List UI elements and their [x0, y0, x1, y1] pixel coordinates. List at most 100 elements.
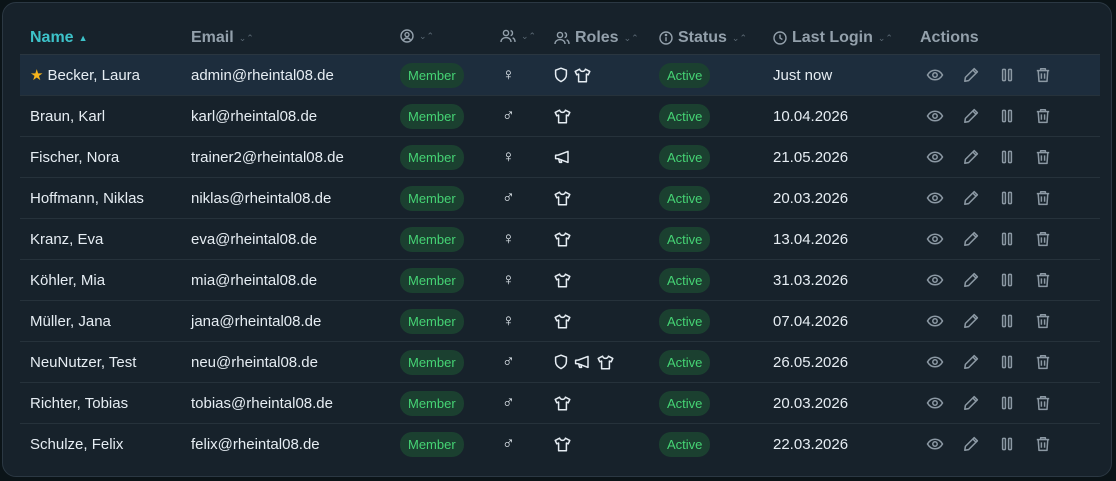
- pause-icon[interactable]: [997, 188, 1017, 208]
- trash-icon[interactable]: [1033, 188, 1053, 208]
- clock-icon: [773, 31, 787, 45]
- view-icon[interactable]: [925, 147, 945, 167]
- edit-icon[interactable]: [961, 147, 981, 167]
- row-actions: [925, 260, 1053, 300]
- table-row[interactable]: Braun, Karl karl@rheintal08.de Member ♂ Acti…: [20, 96, 1100, 137]
- user-email: neu@rheintal08.de: [191, 353, 318, 371]
- table-row[interactable]: Fischer, Nora trainer2@rheintal08.de Membe…: [20, 137, 1100, 178]
- trash-icon[interactable]: [1033, 434, 1053, 454]
- trash-icon[interactable]: [1033, 147, 1053, 167]
- trash-icon[interactable]: [1033, 393, 1053, 413]
- last-login: Just now: [773, 66, 833, 84]
- view-icon[interactable]: [925, 434, 945, 454]
- view-icon[interactable]: [925, 393, 945, 413]
- header-status[interactable]: Status ⌄⌃: [659, 29, 747, 47]
- table-header: Name ▲ Email ⌄⌃ ⌄⌃ ⌄⌃ Roles ⌄⌃ Status ⌄⌃…: [20, 21, 1100, 55]
- user-email: felix@rheintal08.de: [191, 435, 320, 453]
- table-row[interactable]: NeuNutzer, Test neu@rheintal08.de Member ♂ A…: [20, 342, 1100, 383]
- table-row[interactable]: Hoffmann, Niklas niklas@rheintal08.de Memb…: [20, 178, 1100, 219]
- last-login: 26.05.2026: [773, 353, 849, 371]
- member-type-cell: Member: [400, 219, 464, 259]
- pause-icon[interactable]: [997, 311, 1017, 331]
- table-row[interactable]: Schulze, Felix felix@rheintal08.de Member ♂…: [20, 424, 1100, 464]
- header-roles-label: Roles: [575, 29, 619, 46]
- view-icon[interactable]: [925, 270, 945, 290]
- shirt-icon: [554, 395, 571, 411]
- sort-icon: ⌄⌃: [419, 30, 435, 41]
- pause-icon[interactable]: [997, 393, 1017, 413]
- row-actions: [925, 96, 1053, 136]
- user-circle-icon: [400, 29, 414, 43]
- user-name: NeuNutzer, Test: [30, 353, 137, 371]
- trash-icon[interactable]: [1033, 270, 1053, 290]
- edit-icon[interactable]: [961, 311, 981, 331]
- pause-icon[interactable]: [997, 352, 1017, 372]
- roles-cell: [554, 219, 571, 259]
- view-icon[interactable]: [925, 106, 945, 126]
- user-name: Becker, Laura: [47, 66, 141, 84]
- status-cell: Active: [659, 342, 711, 382]
- member-type-cell: Member: [400, 137, 464, 177]
- member-badge: Member: [400, 103, 464, 129]
- header-name-label: Name: [30, 29, 74, 46]
- header-gender[interactable]: ⌄⌃: [500, 29, 536, 43]
- pause-icon[interactable]: [997, 270, 1017, 290]
- trash-icon[interactable]: [1033, 65, 1053, 85]
- header-type[interactable]: ⌄⌃: [400, 29, 434, 43]
- row-actions: [925, 178, 1053, 218]
- row-actions: [925, 342, 1053, 382]
- trash-icon[interactable]: [1033, 106, 1053, 126]
- row-actions: [925, 137, 1053, 177]
- gender-icon: ♂: [502, 106, 515, 125]
- header-name[interactable]: Name ▲: [30, 29, 88, 47]
- view-icon[interactable]: [925, 65, 945, 85]
- edit-icon[interactable]: [961, 434, 981, 454]
- user-name-cell: Kranz, Eva: [30, 219, 103, 259]
- status-cell: Active: [659, 260, 711, 300]
- view-icon[interactable]: [925, 311, 945, 331]
- edit-icon[interactable]: [961, 352, 981, 372]
- header-email[interactable]: Email ⌄⌃: [191, 29, 254, 47]
- roles-cell: [554, 55, 591, 95]
- header-roles[interactable]: Roles ⌄⌃: [554, 29, 639, 47]
- member-type-cell: Member: [400, 96, 464, 136]
- user-email: eva@rheintal08.de: [191, 230, 318, 248]
- edit-icon[interactable]: [961, 65, 981, 85]
- pause-icon[interactable]: [997, 434, 1017, 454]
- edit-icon[interactable]: [961, 270, 981, 290]
- edit-icon[interactable]: [961, 106, 981, 126]
- user-name-cell: Braun, Karl: [30, 96, 105, 136]
- gender-icon: ♂: [502, 352, 515, 371]
- last-login: 31.03.2026: [773, 271, 849, 289]
- edit-icon[interactable]: [961, 393, 981, 413]
- pause-icon[interactable]: [997, 106, 1017, 126]
- table-row[interactable]: ★ Becker, Laura admin@rheintal08.de Member ♀…: [20, 55, 1100, 96]
- sort-icon: ⌄⌃: [877, 32, 893, 43]
- pause-icon[interactable]: [997, 147, 1017, 167]
- view-icon[interactable]: [925, 229, 945, 249]
- table-row[interactable]: Richter, Tobias tobias@rheintal08.de Membe…: [20, 383, 1100, 424]
- edit-icon[interactable]: [961, 188, 981, 208]
- row-actions: [925, 301, 1053, 341]
- table-row[interactable]: Müller, Jana jana@rheintal08.de Member ♀ Act…: [20, 301, 1100, 342]
- trash-icon[interactable]: [1033, 311, 1053, 331]
- gender-icon: ♂: [502, 393, 515, 412]
- users-icon: [554, 31, 570, 45]
- user-email: trainer2@rheintal08.de: [191, 148, 344, 166]
- pause-icon[interactable]: [997, 229, 1017, 249]
- view-icon[interactable]: [925, 352, 945, 372]
- table-row[interactable]: Kranz, Eva eva@rheintal08.de Member ♀ Active…: [20, 219, 1100, 260]
- pause-icon[interactable]: [997, 65, 1017, 85]
- view-icon[interactable]: [925, 188, 945, 208]
- users-icon: [500, 29, 516, 43]
- trash-icon[interactable]: [1033, 229, 1053, 249]
- user-email: jana@rheintal08.de: [191, 312, 322, 330]
- table-row[interactable]: Köhler, Mia mia@rheintal08.de Member ♀ Activ…: [20, 260, 1100, 301]
- user-email: admin@rheintal08.de: [191, 66, 334, 84]
- member-badge: Member: [400, 431, 464, 457]
- edit-icon[interactable]: [961, 229, 981, 249]
- roles-cell: [554, 178, 571, 218]
- last-login: 20.03.2026: [773, 189, 849, 207]
- header-last-login[interactable]: Last Login ⌄⌃: [773, 29, 893, 47]
- trash-icon[interactable]: [1033, 352, 1053, 372]
